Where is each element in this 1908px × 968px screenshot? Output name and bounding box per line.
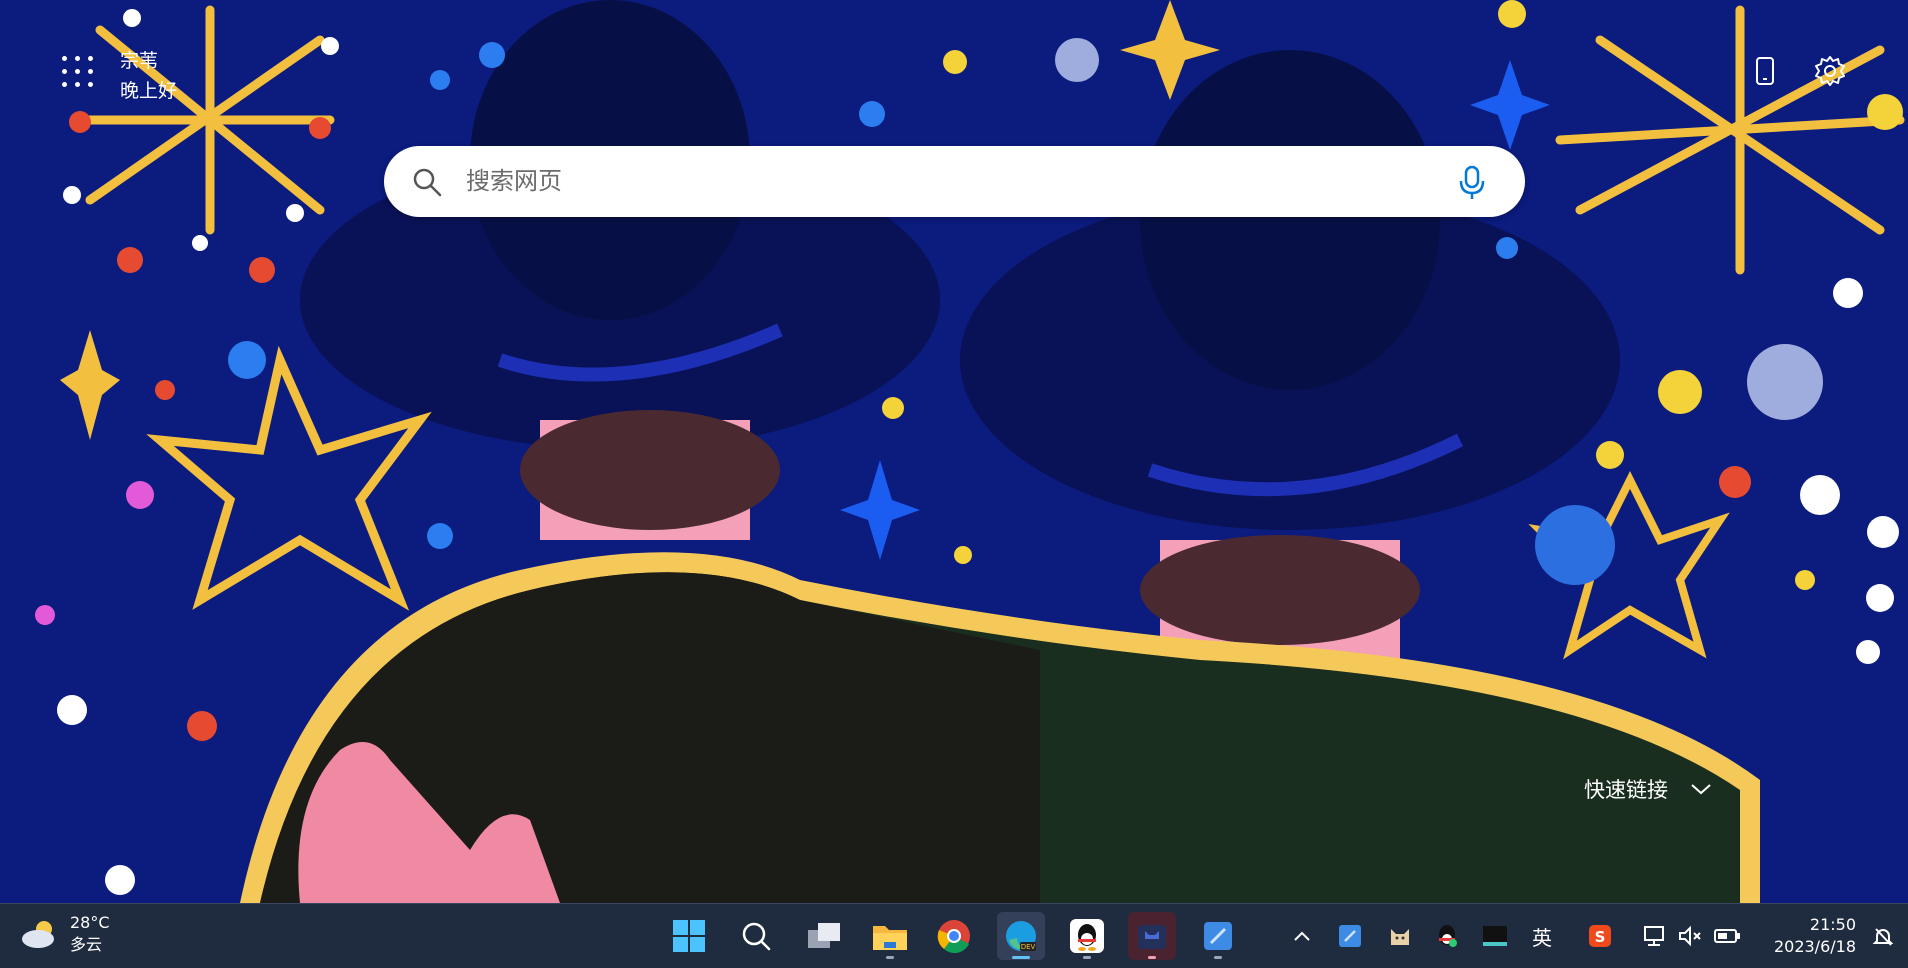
search-bar[interactable]: 搜索网页 xyxy=(384,146,1525,217)
tray-app-remote[interactable] xyxy=(1335,920,1365,952)
qq-button[interactable] xyxy=(1063,912,1111,960)
running-indicator xyxy=(886,956,894,959)
edge-dev-icon: DEV xyxy=(1006,921,1036,951)
battery-button[interactable] xyxy=(1712,920,1742,952)
notification-bell-icon[interactable] xyxy=(1872,926,1894,948)
active-indicator xyxy=(1012,956,1030,959)
windows-logo-icon xyxy=(673,920,705,952)
apps-grid-icon[interactable] xyxy=(62,56,94,88)
volume-muted-icon xyxy=(1679,925,1701,947)
running-indicator xyxy=(1214,956,1222,959)
network-button[interactable] xyxy=(1640,920,1670,952)
microphone-icon[interactable] xyxy=(1455,163,1489,201)
file-explorer-button[interactable] xyxy=(866,912,914,960)
weather-temperature: 28°C xyxy=(70,913,110,932)
quick-links-toggle[interactable]: 快速链接 xyxy=(1584,774,1712,804)
tray-app-cat[interactable] xyxy=(1385,920,1415,952)
search-icon xyxy=(742,922,771,951)
weather-widget[interactable]: 28°C 多云 xyxy=(20,912,110,956)
cat-face-icon xyxy=(1391,929,1409,945)
search-icon xyxy=(410,165,444,199)
running-indicator xyxy=(1148,956,1156,959)
svg-text:DEV: DEV xyxy=(1021,943,1036,951)
folder-icon xyxy=(873,926,907,950)
cloudy-weather-icon xyxy=(22,921,54,948)
tray-app-qq[interactable] xyxy=(1432,920,1462,952)
taskbar-search-button[interactable] xyxy=(732,912,780,960)
greeting-block: 宗苇 晚上好 xyxy=(120,46,177,106)
user-name: 宗苇 xyxy=(120,50,159,72)
clock-time: 21:50 xyxy=(1809,915,1856,934)
greeting-text: 晚上好 xyxy=(120,80,178,102)
terminal-icon xyxy=(1483,926,1507,946)
task-view-button[interactable] xyxy=(800,912,848,960)
remote-desktop-icon xyxy=(1204,922,1232,950)
svg-text:S: S xyxy=(1595,928,1606,946)
weather-condition: 多云 xyxy=(70,935,103,954)
taskbar: 28°C 多云 DEV 英 S 21:50 2023/6/18 xyxy=(0,903,1908,968)
battery-icon xyxy=(1714,929,1740,943)
clock-date: 2023/6/18 xyxy=(1773,937,1856,956)
qq-penguin-icon xyxy=(1439,925,1457,947)
qq-penguin-icon xyxy=(1070,919,1104,953)
cat-app-button[interactable] xyxy=(1128,912,1176,960)
edge-dev-button[interactable]: DEV xyxy=(997,912,1045,960)
volume-button[interactable] xyxy=(1675,920,1705,952)
start-button[interactable] xyxy=(665,912,713,960)
remote-desktop-icon xyxy=(1339,925,1361,947)
cat-app-icon xyxy=(1138,925,1166,949)
clock[interactable]: 21:50 2023/6/18 xyxy=(1774,914,1856,958)
quick-links-label: 快速链接 xyxy=(1584,778,1668,802)
chevron-down-icon xyxy=(1691,784,1711,795)
ime-indicator[interactable]: 英 xyxy=(1527,920,1557,952)
task-view-icon xyxy=(808,923,840,948)
tray-app-terminal[interactable] xyxy=(1480,920,1510,952)
show-hidden-icons-button[interactable] xyxy=(1287,920,1317,952)
chevron-up-icon xyxy=(1294,931,1310,941)
tray-app-sogou[interactable]: S xyxy=(1585,920,1615,952)
chrome-button[interactable] xyxy=(930,912,978,960)
remote-app-button[interactable] xyxy=(1194,912,1242,960)
running-indicator xyxy=(1083,956,1091,959)
sogou-input-icon: S xyxy=(1589,925,1611,947)
gear-icon[interactable] xyxy=(1813,54,1847,88)
network-ethernet-icon xyxy=(1644,926,1664,946)
search-input[interactable]: 搜索网页 xyxy=(466,164,562,198)
background-illustration xyxy=(0,0,1908,903)
chrome-icon xyxy=(937,920,970,954)
phone-icon[interactable] xyxy=(1748,54,1782,88)
